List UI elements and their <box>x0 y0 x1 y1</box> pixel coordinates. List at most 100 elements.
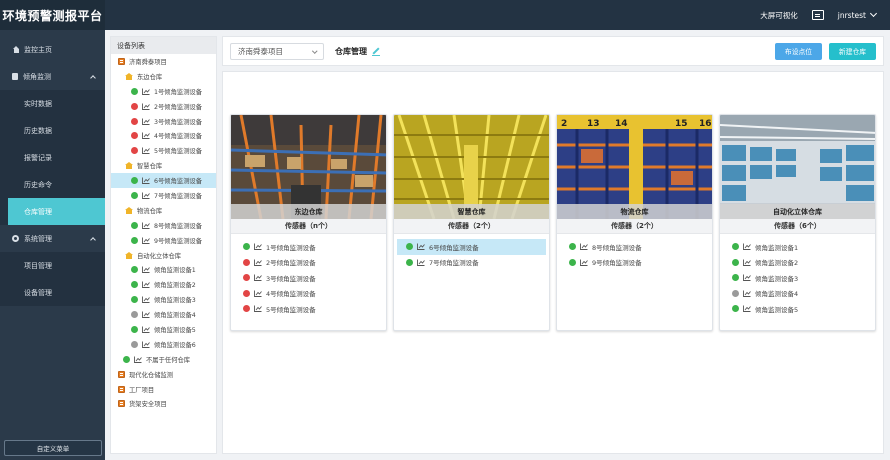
layout-points-button[interactable]: 布设点位 <box>775 42 822 60</box>
chevron-up-icon <box>90 236 96 243</box>
status-dot <box>732 274 739 282</box>
status-dot <box>732 305 739 313</box>
sensor-label: 9号倾角监测设备 <box>592 259 642 268</box>
status-dot <box>406 243 413 251</box>
sensor-item[interactable]: 5号倾角监测设备 <box>234 301 383 317</box>
sensor-item[interactable]: 8号倾角监测设备 <box>560 239 709 255</box>
tree-warehouse-node[interactable]: 东边仓库 <box>111 69 216 84</box>
photo-number: 15 <box>675 119 688 129</box>
sensor-icon <box>580 259 588 266</box>
tree-device-node[interactable]: 5号倾角监测设备 <box>111 143 216 158</box>
tree-device-node[interactable]: 8号倾角监测设备 <box>111 218 216 233</box>
sidebar-item-system-management[interactable]: 系统管理 <box>0 225 105 252</box>
sensor-item[interactable]: 倾角监测设备3 <box>723 270 872 286</box>
project-select[interactable]: 济南舜泰项目 <box>230 42 324 60</box>
project-select-value: 济南舜泰项目 <box>238 46 283 56</box>
bigscreen-link[interactable]: 大屏可视化 <box>760 10 798 21</box>
tree-project-node[interactable]: 工厂项目 <box>111 382 216 397</box>
tree-device-node[interactable]: 倾角监测设备6 <box>111 337 216 352</box>
sensor-item[interactable]: 2号倾角监测设备 <box>234 255 383 271</box>
status-dot <box>243 258 250 266</box>
sidebar-item-alarm-records[interactable]: 报警记录 <box>0 144 105 171</box>
tree-device-node[interactable]: 7号倾角监测设备 <box>111 188 216 203</box>
status-dot <box>243 289 250 297</box>
sidebar-item-device-management[interactable]: 设备管理 <box>0 279 105 306</box>
warehouse-card[interactable]: 自动化立体仓库 传感器（6个） 倾角监测设备1 倾角监测设备2 倾角监测设备3 … <box>719 114 876 331</box>
tree-device-node[interactable]: 倾角监测设备4 <box>111 307 216 322</box>
tree-device-node[interactable]: 9号倾角监测设备 <box>111 233 216 248</box>
chevron-down-icon <box>311 47 317 53</box>
sensor-item[interactable]: 7号倾角监测设备 <box>397 255 546 271</box>
status-dot <box>131 325 138 333</box>
tree-device-node[interactable]: 3号倾角监测设备 <box>111 114 216 129</box>
user-menu[interactable]: jnrstest <box>838 9 878 20</box>
sidebar-item-label: 设备管理 <box>24 288 52 297</box>
sidebar-item-warehouse-management[interactable]: 仓库管理 <box>8 198 105 225</box>
device-tree-header: 设备列表 <box>111 37 216 54</box>
edit-icon[interactable] <box>371 47 380 56</box>
sidebar-item-project-management[interactable]: 项目管理 <box>0 252 105 279</box>
tree-device-node[interactable]: 倾角监测设备2 <box>111 277 216 292</box>
warehouse-card[interactable]: 东边仓库 传感器（n个） 1号倾角监测设备 2号倾角监测设备 3号倾角监测设备 … <box>230 114 387 331</box>
sidebar-submenu-system: 项目管理 设备管理 <box>0 252 105 306</box>
status-dot <box>131 87 138 95</box>
main-panel: 济南舜泰项目 仓库管理 布设点位 新建仓库 东边仓库 传感器（n个） 1号倾角监… <box>222 36 884 454</box>
sensor-item[interactable]: 1号倾角监测设备 <box>234 239 383 255</box>
tree-device-node[interactable]: 倾角监测设备5 <box>111 322 216 337</box>
sensor-label: 1号倾角监测设备 <box>266 243 316 252</box>
sidebar-item-tilt-monitoring[interactable]: 倾角监测 <box>0 63 105 90</box>
status-dot <box>131 281 138 289</box>
tree-device-node[interactable]: 不属于任何仓库 <box>111 352 216 367</box>
tree-project-node[interactable]: 现代化仓储监测 <box>111 367 216 382</box>
sensor-item[interactable]: 倾角监测设备2 <box>723 255 872 271</box>
sensor-item[interactable]: 倾角监测设备4 <box>723 286 872 302</box>
tree-project-node[interactable]: 货架安全项目 <box>111 396 216 411</box>
tree-device-node[interactable]: 倾角监测设备1 <box>111 262 216 277</box>
sidebar-item-home[interactable]: 监控主页 <box>0 36 105 63</box>
warehouse-card[interactable]: 智慧仓库 传感器（2个） 6号倾角监测设备 7号倾角监测设备 <box>393 114 550 331</box>
tree-device-node[interactable]: 倾角监测设备3 <box>111 292 216 307</box>
sidebar-item-history-data[interactable]: 历史数据 <box>0 117 105 144</box>
tree-project-node[interactable]: 济南舜泰项目 <box>111 54 216 69</box>
sensor-count: 传感器（6个） <box>720 219 875 234</box>
status-dot <box>131 147 138 155</box>
tree-device-node[interactable]: 2号倾角监测设备 <box>111 99 216 114</box>
sensor-list: 8号倾角监测设备 9号倾角监测设备 <box>557 234 712 270</box>
custom-menu-button[interactable]: 自定义菜单 <box>4 440 102 456</box>
new-warehouse-button[interactable]: 新建仓库 <box>829 42 876 60</box>
warehouse-icon <box>125 72 133 80</box>
status-dot <box>131 340 138 348</box>
home-icon <box>12 46 19 53</box>
tree-node-label: 1号倾角监测设备 <box>154 88 203 96</box>
tree-node-label: 现代化仓储监测 <box>129 371 174 379</box>
message-icon[interactable] <box>811 10 824 20</box>
sensor-icon <box>142 103 150 110</box>
status-dot <box>131 311 138 319</box>
sensor-label: 倾角监测设备5 <box>755 305 799 314</box>
sensor-icon <box>142 132 150 140</box>
warehouse-card[interactable]: 2 13 14 15 16 物流仓库 传感器（2个） 8号倾角监测设备 9号倾角… <box>556 114 713 331</box>
sensor-item[interactable]: 6号倾角监测设备 <box>397 239 546 255</box>
sensor-icon <box>142 326 150 333</box>
tree-device-node[interactable]: 1号倾角监测设备 <box>111 84 216 99</box>
sensor-item[interactable]: 倾角监测设备5 <box>723 301 872 317</box>
tree-warehouse-node[interactable]: 物流仓库 <box>111 203 216 218</box>
tree-device-node[interactable]: 6号倾角监测设备 <box>111 173 216 189</box>
tree-device-node[interactable]: 4号倾角监测设备 <box>111 128 216 143</box>
sidebar-item-realtime-data[interactable]: 实时数据 <box>0 90 105 117</box>
sensor-item[interactable]: 4号倾角监测设备 <box>234 286 383 302</box>
status-dot <box>569 243 576 251</box>
sensor-icon <box>254 259 262 266</box>
sensor-item[interactable]: 倾角监测设备1 <box>723 239 872 255</box>
tree-warehouse-node[interactable]: 智慧仓库 <box>111 158 216 173</box>
sensor-icon <box>254 305 262 313</box>
photo-number: 16 <box>699 119 712 129</box>
sensor-label: 倾角监测设备3 <box>755 274 799 283</box>
tree-warehouse-node[interactable]: 自动化立体仓库 <box>111 248 216 263</box>
sensor-item[interactable]: 3号倾角监测设备 <box>234 270 383 286</box>
tree-node-label: 4号倾角监测设备 <box>154 133 203 141</box>
sidebar-item-history-commands[interactable]: 历史命令 <box>0 171 105 198</box>
tree-node-label: 货架安全项目 <box>129 401 167 409</box>
status-dot <box>131 117 138 125</box>
sensor-item[interactable]: 9号倾角监测设备 <box>560 255 709 271</box>
